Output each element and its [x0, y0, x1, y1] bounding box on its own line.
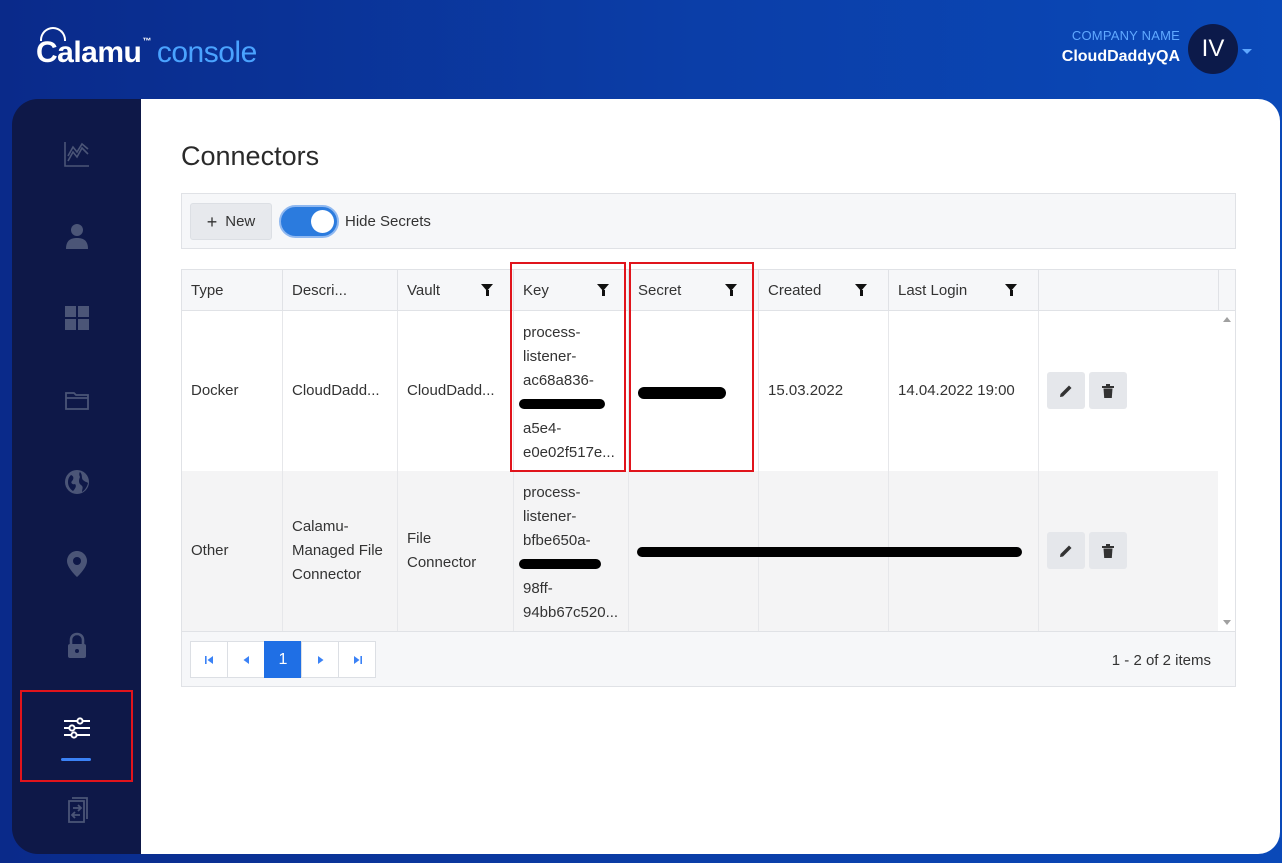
- next-page-icon: [317, 655, 323, 664]
- delete-button[interactable]: [1089, 372, 1127, 409]
- sidebar-item-security[interactable]: [12, 616, 141, 676]
- new-connector-button[interactable]: + New: [190, 203, 272, 240]
- secret-redaction-mark: [637, 547, 1022, 557]
- cell-type: Docker: [182, 311, 283, 471]
- logo-brand: Calamu™: [36, 27, 151, 70]
- filter-icon[interactable]: [481, 284, 493, 296]
- company-name: CloudDaddyQA: [1061, 48, 1180, 65]
- dashboard-grid-icon: [64, 306, 89, 330]
- account-menu-chevron-down-icon[interactable]: [1242, 49, 1252, 54]
- secret-column-highlight-box: [629, 262, 754, 472]
- filter-icon[interactable]: [1005, 284, 1017, 296]
- cell-description: Calamu- Managed File Connector: [283, 471, 398, 631]
- settings-highlight-box: [20, 690, 133, 782]
- pagination-info: 1 - 2 of 2 items: [1111, 652, 1211, 669]
- folder-icon: [64, 392, 89, 410]
- page-title: Connectors: [181, 141, 320, 171]
- cell-actions: [1039, 471, 1218, 631]
- logo-console-text: console: [156, 36, 257, 69]
- last-page-icon: [353, 655, 362, 664]
- sidebar-item-files[interactable]: [12, 370, 141, 430]
- user-avatar[interactable]: IV: [1188, 24, 1238, 74]
- last-page-button[interactable]: [338, 641, 376, 678]
- previous-page-icon: [243, 655, 249, 664]
- scroll-up-arrow-icon[interactable]: [1223, 317, 1231, 322]
- next-page-button[interactable]: [301, 641, 339, 678]
- company-info: COMPANY NAME CloudDaddyQA: [1062, 28, 1180, 66]
- edit-button[interactable]: [1047, 372, 1085, 409]
- column-header-type[interactable]: Type: [182, 270, 283, 311]
- trash-icon: [1102, 543, 1114, 558]
- pencil-icon: [1060, 545, 1072, 557]
- plus-icon: +: [206, 211, 218, 232]
- cell-type: Other: [182, 471, 283, 631]
- lock-icon: [67, 632, 86, 658]
- cell-created: 15.03.2022: [759, 311, 889, 471]
- location-pin-icon: [66, 551, 87, 577]
- column-header-actions: [1039, 270, 1219, 311]
- sidebar-item-dashboard[interactable]: [12, 288, 141, 348]
- key-column-highlight-box: [510, 262, 626, 472]
- table-row[interactable]: Other Calamu- Managed File Connector Fil…: [182, 471, 1218, 631]
- pencil-icon: [1060, 385, 1072, 397]
- sidebar-item-users[interactable]: [12, 206, 141, 266]
- hide-secrets-label: Hide Secrets: [345, 213, 431, 230]
- cell-key: process- listener- bfbe650a- 98ff- 94bb6…: [514, 471, 629, 631]
- first-page-icon: [204, 655, 213, 664]
- scroll-down-arrow-icon[interactable]: [1223, 620, 1231, 625]
- key-redaction-mark: [519, 559, 601, 569]
- company-label: COMPANY NAME: [1071, 28, 1180, 43]
- column-header-last-login[interactable]: Last Login: [889, 270, 1039, 311]
- cell-vault: CloudDadd...: [398, 311, 514, 471]
- new-button-label: New: [225, 213, 256, 230]
- hide-secrets-toggle[interactable]: [279, 205, 339, 238]
- filter-icon[interactable]: [855, 284, 867, 296]
- document-transfer-icon: [67, 797, 88, 823]
- first-page-button[interactable]: [190, 641, 228, 678]
- sidebar-item-transfers[interactable]: [12, 780, 141, 840]
- app-logo[interactable]: Calamu™ console: [36, 27, 257, 76]
- edit-button[interactable]: [1047, 532, 1085, 569]
- toolbar: + New Hide Secrets: [181, 193, 1236, 249]
- page-number-button[interactable]: 1: [264, 641, 302, 678]
- chart-line-icon: [63, 142, 89, 167]
- column-header-created[interactable]: Created: [759, 270, 889, 311]
- trash-icon: [1102, 383, 1114, 398]
- column-header-description[interactable]: Descri...: [283, 270, 398, 311]
- delete-button[interactable]: [1089, 532, 1127, 569]
- globe-icon: [64, 470, 89, 494]
- table-scrollbar[interactable]: [1218, 311, 1235, 631]
- pagination-bar: 1 1 - 2 of 2 items: [182, 631, 1235, 686]
- cell-vault: File Connector: [398, 471, 514, 631]
- cell-description: CloudDadd...: [283, 311, 398, 471]
- sidebar-item-network[interactable]: [12, 452, 141, 512]
- logo-cloud-icon: [40, 27, 66, 41]
- cell-actions: [1039, 311, 1218, 471]
- column-header-vault[interactable]: Vault: [398, 270, 514, 311]
- user-icon: [65, 224, 88, 249]
- toggle-knob: [311, 210, 334, 233]
- previous-page-button[interactable]: [227, 641, 265, 678]
- content-panel: Connectors + New Hide Secrets Type Descr…: [141, 99, 1280, 854]
- sidebar-item-analytics[interactable]: [12, 124, 141, 184]
- cell-last-login: 14.04.2022 19:00: [889, 311, 1039, 471]
- sidebar-item-locations[interactable]: [12, 534, 141, 594]
